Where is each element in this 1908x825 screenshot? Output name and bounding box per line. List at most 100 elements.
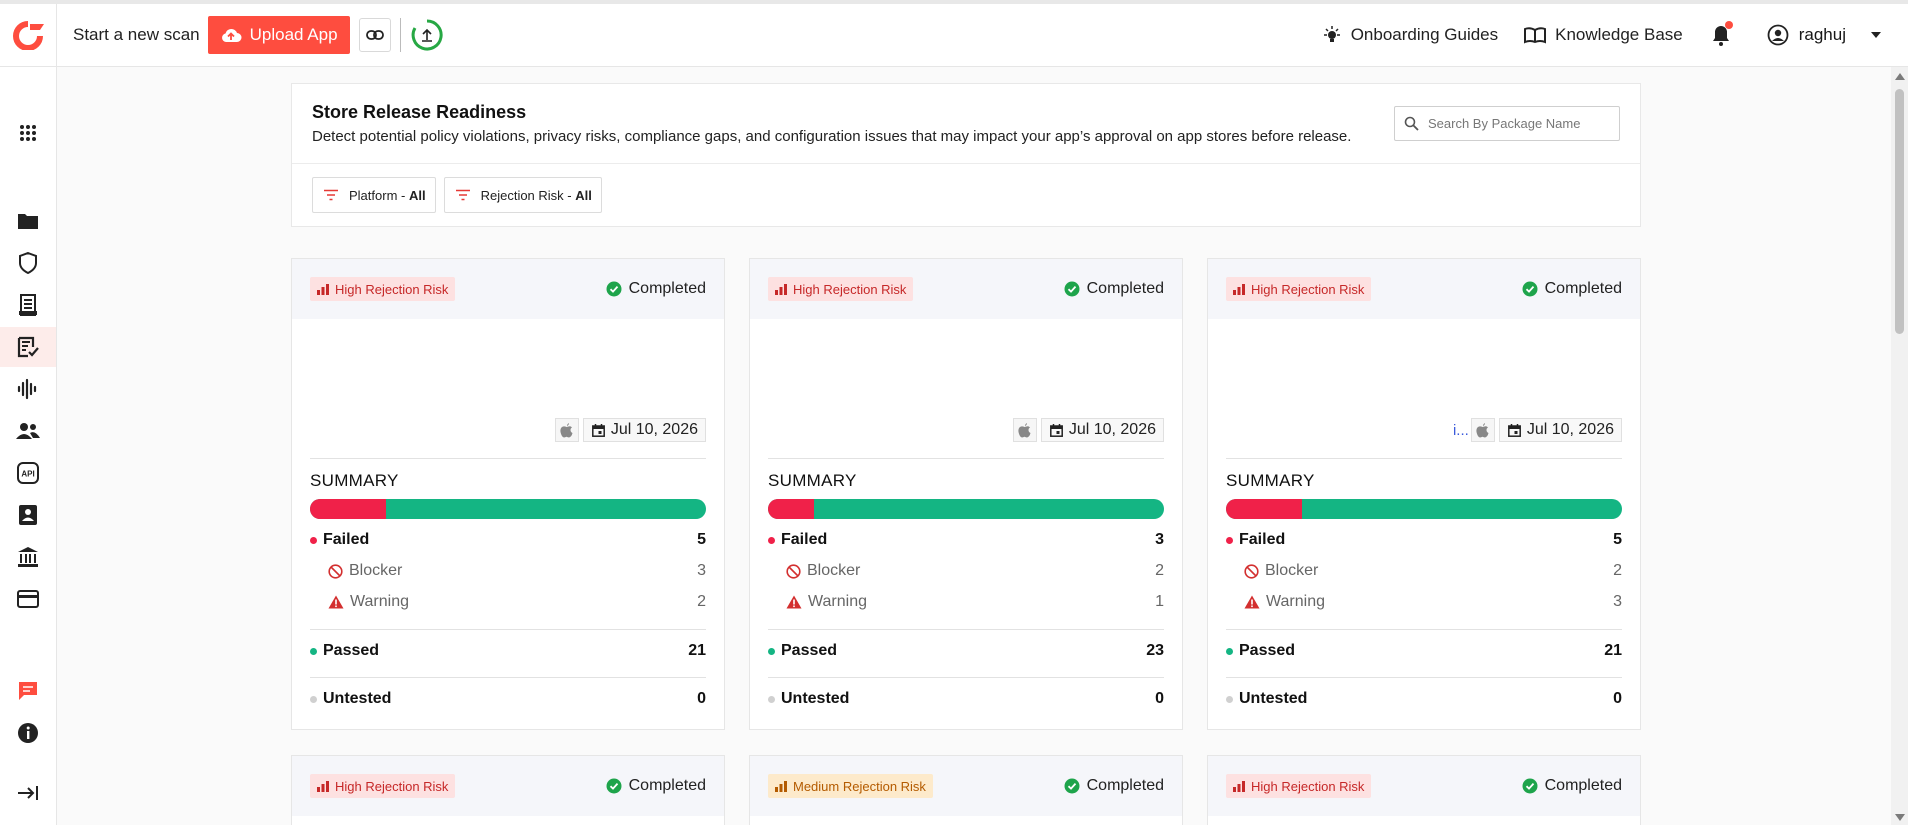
failed-count: 5 [1613, 531, 1622, 548]
failed-count: 3 [1155, 531, 1164, 548]
user-menu[interactable]: raghuj [1767, 24, 1882, 46]
start-scan-label: Start a new scan [73, 25, 200, 44]
knowledge-base-label: Knowledge Base [1555, 25, 1683, 44]
scan-card[interactable]: Medium Rejection Risk Completed [749, 755, 1183, 825]
folder-icon [18, 214, 38, 229]
untested-dot [310, 695, 317, 703]
card-meta: Jul 10, 2026 [1011, 418, 1164, 442]
warning-row: Warning 2 [328, 593, 706, 611]
sidebar-item-users[interactable] [0, 411, 56, 451]
passed-dot [310, 647, 317, 655]
card-header: High Rejection Risk Completed [1208, 259, 1640, 319]
scan-status: Completed [606, 280, 706, 298]
sidebar-item-collapse[interactable] [0, 773, 56, 813]
platform-badge [1470, 418, 1495, 442]
app-logo[interactable] [0, 3, 57, 67]
scroll-up-icon[interactable] [1895, 73, 1905, 80]
passed-row: Passed 21 [1226, 642, 1622, 660]
knowledge-base-link[interactable]: Knowledge Base [1524, 25, 1683, 45]
untested-dot [768, 695, 775, 703]
upload-progress-icon [411, 19, 443, 51]
summary-title: SUMMARY [768, 471, 857, 490]
card-divider [768, 677, 1164, 678]
scan-status-label: Completed [1544, 777, 1622, 794]
rejection-risk-badge: High Rejection Risk [310, 774, 456, 798]
sidebar-item-billing[interactable] [0, 579, 56, 619]
failed-dot [1226, 536, 1233, 544]
warning-label: Warning [808, 593, 867, 610]
scan-date: Jul 10, 2026 [1040, 418, 1164, 442]
scan-date: Jul 10, 2026 [1498, 418, 1622, 442]
users-icon [16, 423, 40, 439]
risk-bars-icon [775, 780, 787, 792]
warning-label: Warning [1266, 593, 1325, 610]
search-input[interactable] [1428, 116, 1608, 131]
blocker-count: 3 [697, 562, 706, 579]
calendar-icon [1049, 423, 1063, 437]
rejection-risk-filter[interactable]: Rejection Risk - All [443, 177, 602, 213]
failed-label: Failed [1239, 531, 1286, 548]
search-icon [1404, 116, 1419, 131]
scan-card[interactable]: High Rejection Risk Completed i... Jul 1… [1207, 258, 1641, 730]
scroll-down-icon[interactable] [1895, 814, 1905, 821]
card-divider [1226, 458, 1622, 459]
sidebar-item-security[interactable] [0, 243, 56, 283]
sidebar-item-monitoring[interactable] [0, 369, 56, 409]
onboarding-guides-link[interactable]: Onboarding Guides [1322, 25, 1498, 45]
passed-label: Passed [1239, 642, 1296, 659]
upload-progress-indicator[interactable] [410, 18, 444, 52]
sidebar: API [0, 67, 57, 825]
apple-icon [560, 422, 573, 437]
scan-link-button[interactable] [358, 18, 391, 52]
passed-row: Passed 21 [310, 642, 706, 660]
search-box[interactable] [1394, 106, 1620, 141]
scroll-thumb[interactable] [1895, 89, 1904, 334]
sidebar-item-bank[interactable] [0, 537, 56, 577]
rejection-risk-label: High Rejection Risk [335, 281, 449, 297]
passed-count: 21 [1604, 642, 1622, 659]
upload-app-label: Upload App [249, 25, 338, 44]
card-header: Medium Rejection Risk Completed [750, 756, 1182, 816]
sidebar-item-apps[interactable] [0, 113, 56, 153]
toolbar-divider [399, 18, 401, 52]
scan-status: Completed [606, 777, 706, 795]
api-icon: API [17, 462, 39, 484]
warning-row: Warning 3 [1244, 593, 1622, 611]
sidebar-item-chat[interactable] [0, 671, 56, 711]
upload-app-button[interactable]: Upload App [207, 16, 350, 54]
sidebar-item-folder[interactable] [0, 201, 56, 241]
failed-row: Failed 5 [310, 531, 706, 549]
warning-label: Warning [350, 593, 409, 610]
rejection-risk-badge: High Rejection Risk [1226, 277, 1372, 301]
platform-filter[interactable]: Platform - All [312, 177, 436, 213]
blocker-icon [328, 563, 343, 579]
report-icon [19, 294, 37, 316]
credit-card-icon [17, 590, 39, 608]
notifications-button[interactable] [1709, 21, 1733, 47]
scan-card[interactable]: High Rejection Risk Completed [1207, 755, 1641, 825]
user-avatar-icon [1767, 24, 1789, 46]
sidebar-item-contacts[interactable] [0, 495, 56, 535]
risk-bars-icon [1233, 780, 1245, 792]
blocker-icon [786, 563, 801, 579]
sidebar-item-release-readiness[interactable] [0, 327, 56, 367]
scan-status: Completed [1064, 280, 1164, 298]
sidebar-item-api[interactable]: API [0, 453, 56, 493]
scan-card[interactable]: High Rejection Risk Completed [291, 755, 725, 825]
scan-date: Jul 10, 2026 [582, 418, 706, 442]
card-divider [310, 677, 706, 678]
warning-count: 3 [1613, 593, 1622, 610]
sidebar-item-info[interactable] [0, 713, 56, 753]
sidebar-item-reports[interactable] [0, 285, 56, 325]
untested-row: Untested 0 [768, 690, 1164, 708]
scan-date-text: Jul 10, 2026 [610, 421, 698, 438]
untested-label: Untested [781, 690, 850, 707]
page-scrollbar[interactable] [1891, 67, 1908, 825]
card-divider [1226, 629, 1622, 630]
scan-date-text: Jul 10, 2026 [1526, 421, 1614, 438]
username: raghuj [1798, 25, 1846, 44]
scan-card[interactable]: High Rejection Risk Completed Jul 10, 20… [749, 258, 1183, 730]
bank-icon [18, 547, 38, 567]
scan-card[interactable]: High Rejection Risk Completed Jul 10, 20… [291, 258, 725, 730]
apple-icon [1018, 422, 1031, 437]
